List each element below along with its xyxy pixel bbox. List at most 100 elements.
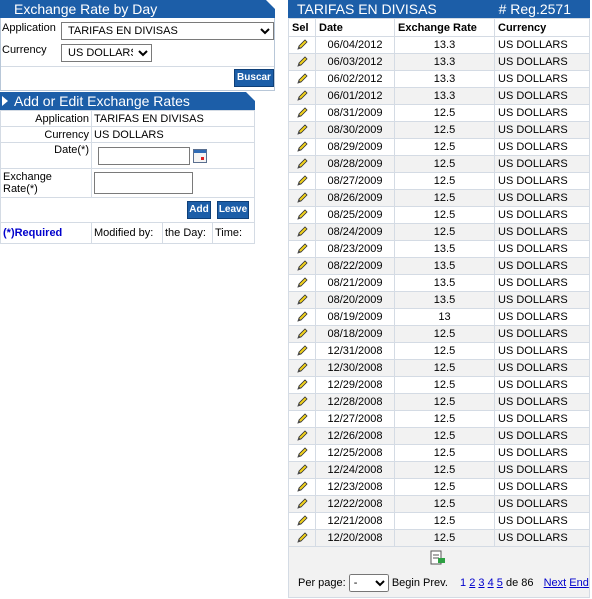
pencil-icon[interactable]: [296, 328, 308, 340]
row-select-cell: [288, 70, 316, 88]
row-date: 06/03/2012: [315, 53, 395, 71]
excel-export-icon[interactable]: [430, 550, 446, 566]
export-row: [289, 547, 589, 569]
row-rate: 12.5: [394, 155, 495, 173]
pencil-icon[interactable]: [296, 90, 308, 102]
row-date: 12/25/2008: [315, 444, 395, 462]
row-rate: 13.5: [394, 240, 495, 258]
date-field[interactable]: [98, 146, 190, 165]
row-currency: US DOLLARS: [494, 104, 590, 122]
pencil-icon[interactable]: [296, 260, 308, 272]
pencil-icon[interactable]: [296, 209, 308, 221]
row-date: 12/23/2008: [315, 478, 395, 496]
table-row: 12/31/2008 12.5 US DOLLARS: [288, 342, 590, 360]
pencil-icon[interactable]: [296, 464, 308, 476]
row-currency: US DOLLARS: [494, 240, 590, 258]
pencil-icon[interactable]: [296, 175, 308, 187]
row-currency: US DOLLARS: [494, 274, 590, 292]
row-date: 08/29/2009: [315, 138, 395, 156]
row-currency: US DOLLARS: [494, 359, 590, 377]
pencil-icon[interactable]: [296, 311, 308, 323]
modified-by-label: Modified by:: [91, 222, 163, 244]
pencil-icon[interactable]: [296, 447, 308, 459]
pencil-icon[interactable]: [296, 277, 308, 289]
row-date: 08/24/2009: [315, 223, 395, 241]
pager-end[interactable]: End: [569, 577, 589, 589]
pencil-icon[interactable]: [296, 107, 308, 119]
leave-button[interactable]: Leave: [217, 201, 249, 219]
page-link-1[interactable]: 1: [460, 577, 466, 589]
pencil-icon[interactable]: [296, 294, 308, 306]
pencil-icon[interactable]: [296, 226, 308, 238]
pencil-icon[interactable]: [296, 73, 308, 85]
pencil-icon[interactable]: [296, 39, 308, 51]
pencil-icon[interactable]: [296, 345, 308, 357]
row-currency: US DOLLARS: [494, 495, 590, 513]
row-currency: US DOLLARS: [494, 529, 590, 547]
row-currency: US DOLLARS: [494, 325, 590, 343]
rates-table: Sel Date Exchange Rate Currency 06/04/20…: [288, 18, 590, 547]
row-rate: 12.5: [394, 427, 495, 445]
currency-select[interactable]: US DOLLARS: [61, 44, 152, 62]
row-date: 12/21/2008: [315, 512, 395, 530]
page-link-3[interactable]: 3: [478, 577, 484, 589]
page-link-4[interactable]: 4: [488, 577, 494, 589]
row-date: 12/30/2008: [315, 359, 395, 377]
row-select-cell: [288, 461, 316, 479]
row-rate: 12.5: [394, 206, 495, 224]
row-currency: US DOLLARS: [494, 172, 590, 190]
row-rate: 12.5: [394, 172, 495, 190]
rates-grid-header: TARIFAS EN DIVISAS # Reg.2571: [288, 0, 590, 18]
row-date: 08/27/2009: [315, 172, 395, 190]
pencil-icon[interactable]: [296, 158, 308, 170]
add-button[interactable]: Add: [187, 201, 211, 219]
pencil-icon[interactable]: [296, 379, 308, 391]
grid-title: TARIFAS EN DIVISAS: [297, 1, 437, 17]
pencil-icon[interactable]: [296, 481, 308, 493]
page-link-5[interactable]: 5: [497, 577, 503, 589]
search-button[interactable]: Buscar: [234, 69, 274, 87]
table-row: 12/27/2008 12.5 US DOLLARS: [288, 410, 590, 428]
pencil-icon[interactable]: [296, 362, 308, 374]
required-note: (*)Required: [0, 222, 92, 244]
row-rate: 12.5: [394, 121, 495, 139]
per-page-select[interactable]: -: [348, 574, 389, 592]
row-select-cell: [288, 359, 316, 377]
pencil-icon[interactable]: [296, 515, 308, 527]
row-date: 12/22/2008: [315, 495, 395, 513]
pencil-icon[interactable]: [296, 192, 308, 204]
pencil-icon[interactable]: [296, 124, 308, 136]
page-link-2[interactable]: 2: [469, 577, 475, 589]
pencil-icon[interactable]: [296, 243, 308, 255]
pencil-icon[interactable]: [296, 498, 308, 510]
row-currency: US DOLLARS: [494, 36, 590, 54]
table-row: 12/23/2008 12.5 US DOLLARS: [288, 478, 590, 496]
pencil-icon[interactable]: [296, 413, 308, 425]
table-row: 08/30/2009 12.5 US DOLLARS: [288, 121, 590, 139]
table-row: 12/24/2008 12.5 US DOLLARS: [288, 461, 590, 479]
pager-next[interactable]: Next: [544, 577, 567, 589]
date-label: Date(*): [0, 142, 92, 169]
table-row: 08/20/2009 13.5 US DOLLARS: [288, 291, 590, 309]
application-select[interactable]: TARIFAS EN DIVISAS: [61, 22, 274, 40]
row-date: 08/26/2009: [315, 189, 395, 207]
row-rate: 12.5: [394, 376, 495, 394]
row-select-cell: [288, 393, 316, 411]
pager-prev[interactable]: Prev.: [423, 577, 448, 589]
exchange-rate-field[interactable]: [94, 172, 193, 194]
pencil-icon[interactable]: [296, 396, 308, 408]
row-date: 12/29/2008: [315, 376, 395, 394]
row-rate: 12.5: [394, 478, 495, 496]
pencil-icon[interactable]: [296, 56, 308, 68]
col-currency: Currency: [494, 18, 590, 37]
pencil-icon[interactable]: [296, 532, 308, 544]
row-currency: US DOLLARS: [494, 291, 590, 309]
calendar-icon[interactable]: [193, 148, 208, 163]
pencil-icon[interactable]: [296, 141, 308, 153]
pencil-icon[interactable]: [296, 430, 308, 442]
row-select-cell: [288, 444, 316, 462]
collapse-triangle-icon[interactable]: [2, 96, 8, 106]
page-total: de 86: [505, 577, 534, 589]
row-rate: 12.5: [394, 138, 495, 156]
pager-begin[interactable]: Begin: [392, 577, 420, 589]
